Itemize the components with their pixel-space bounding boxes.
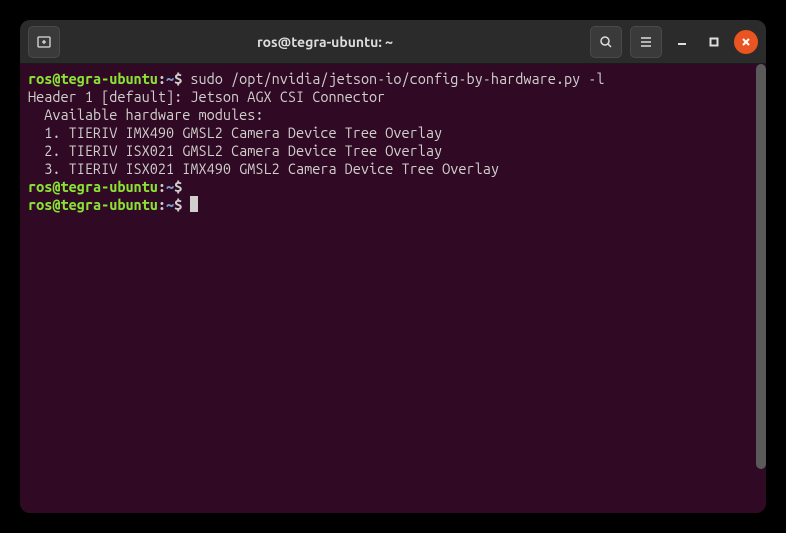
close-icon	[741, 37, 751, 47]
search-icon	[598, 34, 614, 50]
prompt-sep: :	[158, 70, 166, 87]
terminal-line: ros@tegra-ubuntu:~$	[28, 178, 758, 196]
prompt-dollar: $	[174, 70, 190, 87]
prompt-sep: :	[158, 178, 166, 195]
output-text: Available hardware modules:	[28, 106, 263, 123]
minimize-icon	[677, 37, 687, 47]
maximize-icon	[709, 37, 719, 47]
menu-button[interactable]	[630, 26, 662, 58]
scrollbar-thumb[interactable]	[756, 64, 766, 469]
prompt-dollar: $	[174, 178, 190, 195]
maximize-button[interactable]	[702, 30, 726, 54]
terminal-line: Available hardware modules:	[28, 106, 758, 124]
terminal-line: 3. TIERIV ISX021 IMX490 GMSL2 Camera Dev…	[28, 160, 758, 178]
terminal-line: Header 1 [default]: Jetson AGX CSI Conne…	[28, 88, 758, 106]
prompt-dollar: $	[174, 196, 190, 213]
titlebar-left	[28, 26, 60, 58]
prompt-user: ros@tegra-ubuntu	[28, 178, 158, 195]
prompt-path: ~	[166, 70, 174, 87]
prompt-path: ~	[166, 196, 174, 213]
terminal-line: 1. TIERIV IMX490 GMSL2 Camera Device Tre…	[28, 124, 758, 142]
minimize-button[interactable]	[670, 30, 694, 54]
output-text: 3. TIERIV ISX021 IMX490 GMSL2 Camera Dev…	[28, 160, 499, 177]
prompt-sep: :	[158, 196, 166, 213]
search-button[interactable]	[590, 26, 622, 58]
terminal-window: ros@tegra-ubuntu: ~	[20, 20, 766, 513]
titlebar: ros@tegra-ubuntu: ~	[20, 20, 766, 64]
prompt-path: ~	[166, 178, 174, 195]
terminal-content: ros@tegra-ubuntu:~$ sudo /opt/nvidia/jet…	[28, 70, 758, 214]
terminal-line: ros@tegra-ubuntu:~$	[28, 196, 758, 214]
output-text: Header 1 [default]: Jetson AGX CSI Conne…	[28, 88, 385, 105]
output-text: 1. TIERIV IMX490 GMSL2 Camera Device Tre…	[28, 124, 442, 141]
prompt-user: ros@tegra-ubuntu	[28, 70, 158, 87]
terminal-line: 2. TIERIV ISX021 GMSL2 Camera Device Tre…	[28, 142, 758, 160]
command-text: sudo /opt/nvidia/jetson-io/config-by-har…	[190, 70, 604, 87]
window-title: ros@tegra-ubuntu: ~	[60, 34, 590, 50]
close-button[interactable]	[734, 30, 758, 54]
new-tab-icon	[36, 34, 52, 50]
menu-icon	[638, 34, 654, 50]
terminal-body[interactable]: ros@tegra-ubuntu:~$ sudo /opt/nvidia/jet…	[20, 64, 766, 513]
new-tab-button[interactable]	[28, 26, 60, 58]
titlebar-right	[590, 26, 758, 58]
scrollbar[interactable]	[756, 64, 766, 513]
output-text: 2. TIERIV ISX021 GMSL2 Camera Device Tre…	[28, 142, 442, 159]
terminal-line: ros@tegra-ubuntu:~$ sudo /opt/nvidia/jet…	[28, 70, 758, 88]
cursor	[190, 196, 198, 212]
prompt-user: ros@tegra-ubuntu	[28, 196, 158, 213]
